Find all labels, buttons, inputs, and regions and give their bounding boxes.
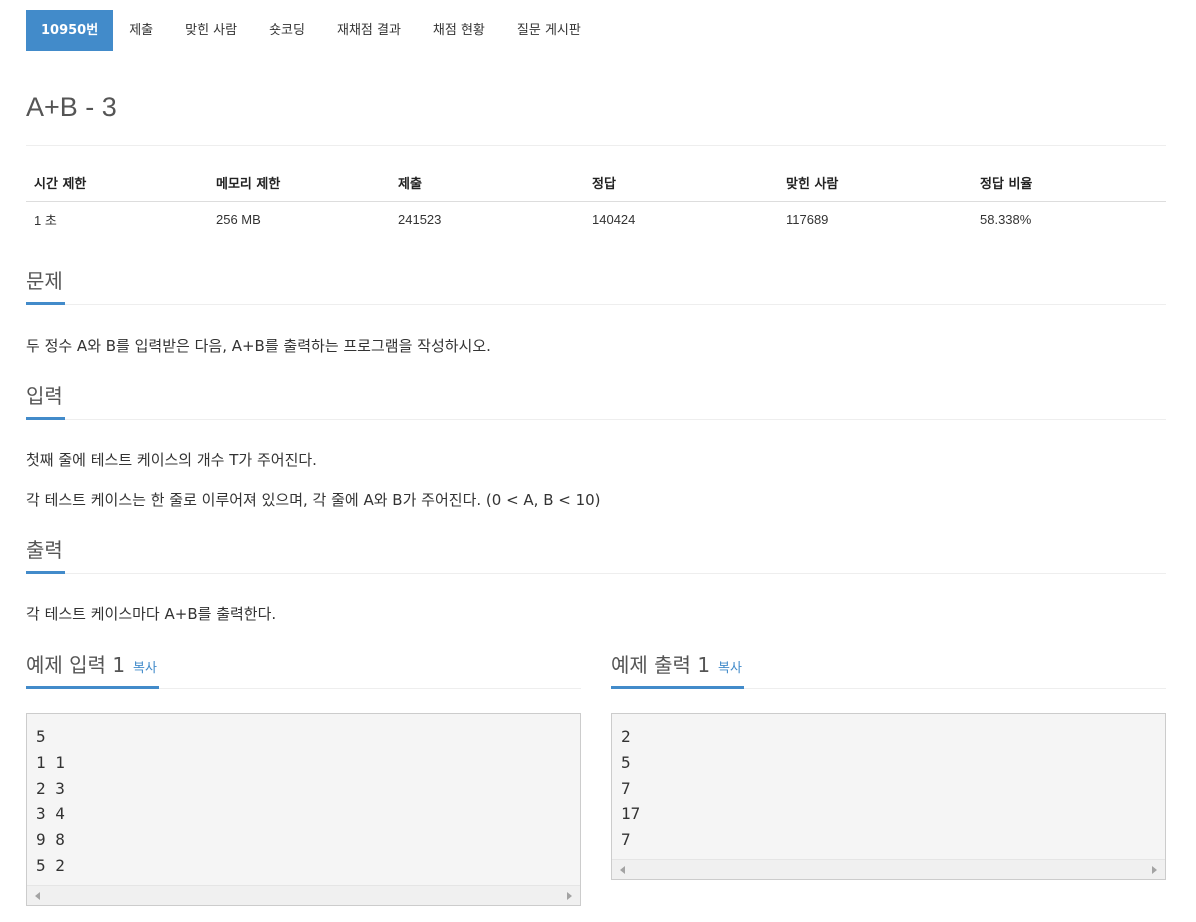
tab-question-board[interactable]: 질문 게시판 xyxy=(501,10,597,51)
tab-rejudge-results[interactable]: 재채점 결과 xyxy=(321,10,417,51)
scroll-right-arrow-icon[interactable] xyxy=(567,892,572,900)
info-header-row: 시간 제한 메모리 제한 제출 정답 맞힌 사람 정답 비율 xyxy=(26,165,1166,202)
sample-input-header: 예제 입력 1 복사 xyxy=(26,649,581,689)
input-section-header: 입력 xyxy=(26,380,1166,420)
output-section-header: 출력 xyxy=(26,534,1166,574)
value-accept-ratio: 58.338% xyxy=(980,211,1032,227)
problem-menu-tabs: 10950번 제출 맞힌 사람 숏코딩 재채점 결과 채점 현황 질문 게시판 xyxy=(26,10,597,51)
sample-input-heading-text: 예제 입력 1 xyxy=(26,653,126,677)
description-section-header: 문제 xyxy=(26,265,1166,305)
problem-info-table: 시간 제한 메모리 제한 제출 정답 맞힌 사람 정답 비율 1 초 256 M… xyxy=(26,165,1166,237)
sample-input-heading: 예제 입력 1 복사 xyxy=(26,649,159,689)
tab-judge-status[interactable]: 채점 현황 xyxy=(417,10,501,51)
input-text-line-1: 첫째 줄에 테스트 케이스의 개수 T가 주어진다. xyxy=(26,451,317,469)
description-heading: 문제 xyxy=(26,265,65,305)
header-solved-users: 맞힌 사람 xyxy=(778,165,972,202)
sample-output-heading-text: 예제 출력 1 xyxy=(611,653,711,677)
sample-input-box: 5 1 1 2 3 3 4 9 8 5 2 xyxy=(26,713,581,906)
tab-problem[interactable]: 10950번 xyxy=(26,10,114,51)
scroll-left-arrow-icon[interactable] xyxy=(620,866,625,874)
value-time-limit: 1 초 xyxy=(34,212,57,228)
copy-sample-output-button[interactable]: 복사 xyxy=(718,661,742,676)
output-heading: 출력 xyxy=(26,534,65,574)
copy-sample-input-button[interactable]: 복사 xyxy=(133,661,157,676)
scroll-right-arrow-icon[interactable] xyxy=(1152,866,1157,874)
output-text: 각 테스트 케이스마다 A+B를 출력한다. xyxy=(26,605,277,623)
header-accepted: 정답 xyxy=(584,165,778,202)
sample-output-box: 2 5 7 17 7 xyxy=(611,713,1166,880)
input-heading: 입력 xyxy=(26,380,65,420)
info-value-row: 1 초 256 MB 241523 140424 117689 58.338% xyxy=(26,201,1166,237)
value-accepted: 140424 xyxy=(592,211,636,227)
header-submissions: 제출 xyxy=(390,165,584,202)
description-text: 두 정수 A와 B를 입력받은 다음, A+B를 출력하는 프로그램을 작성하시… xyxy=(26,337,491,355)
tab-submit[interactable]: 제출 xyxy=(113,10,169,51)
sample-input-content: 5 1 1 2 3 3 4 9 8 5 2 xyxy=(36,727,65,875)
sample-output-heading: 예제 출력 1 복사 xyxy=(611,649,744,689)
header-memory-limit: 메모리 제한 xyxy=(208,165,390,202)
value-solved-users: 117689 xyxy=(786,211,829,227)
title-divider xyxy=(26,145,1166,146)
sample-output-content: 2 5 7 17 7 xyxy=(621,727,641,850)
sample-output-scrollbar[interactable] xyxy=(612,859,1165,879)
value-submissions: 241523 xyxy=(398,211,442,227)
problem-title: A+B - 3 xyxy=(26,92,117,122)
input-text-line-2: 각 테스트 케이스는 한 줄로 이루어져 있으며, 각 줄에 A와 B가 주어진… xyxy=(26,491,601,509)
tab-short-coding[interactable]: 숏코딩 xyxy=(253,10,321,51)
tab-solved-users[interactable]: 맞힌 사람 xyxy=(169,10,253,51)
header-accept-ratio: 정답 비율 xyxy=(972,165,1166,202)
header-time-limit: 시간 제한 xyxy=(26,165,208,202)
sample-input-scrollbar[interactable] xyxy=(27,885,580,905)
scroll-left-arrow-icon[interactable] xyxy=(35,892,40,900)
value-memory-limit: 256 MB xyxy=(216,211,261,227)
sample-output-header: 예제 출력 1 복사 xyxy=(611,649,1166,689)
